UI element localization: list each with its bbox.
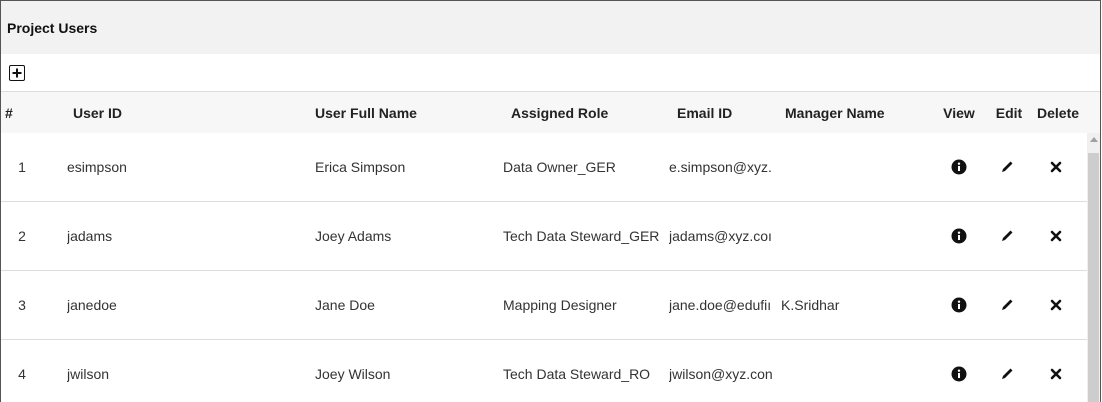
panel-title-bar: Project Users <box>1 1 1100 54</box>
view-button[interactable] <box>941 226 977 247</box>
delete-button[interactable] <box>1031 364 1081 384</box>
pencil-icon <box>1002 230 1013 241</box>
row-role: Tech Data Steward_GER <box>503 228 660 244</box>
row-full-name: Joey Adams <box>315 228 392 244</box>
close-x-icon <box>1050 299 1062 311</box>
header-email[interactable]: Email ID <box>677 105 787 121</box>
row-role: Data Owner_GER <box>503 159 616 175</box>
row-num: 2 <box>18 228 26 244</box>
plus-square-icon <box>12 68 22 77</box>
pencil-icon <box>1002 299 1013 310</box>
header-delete: Delete <box>1037 104 1080 121</box>
scrollbar-thumb[interactable] <box>1088 153 1099 402</box>
table-row[interactable]: 3 janedoe Jane Doe Mapping Designer jane… <box>1 271 1100 340</box>
info-circle-icon <box>951 297 967 312</box>
row-email: jane.doe@edufiı <box>669 297 772 313</box>
info-circle-icon <box>951 366 967 381</box>
vertical-scrollbar[interactable] <box>1087 133 1100 402</box>
row-email: jwilson@xyz.con <box>669 366 773 382</box>
edit-button[interactable] <box>989 295 1025 316</box>
toolbar <box>1 54 1100 92</box>
header-user-id[interactable]: User ID <box>73 105 273 121</box>
view-button[interactable] <box>941 364 977 385</box>
close-x-icon <box>1050 161 1062 173</box>
header-full-name[interactable]: User Full Name <box>315 105 495 121</box>
row-user-id: jwilson <box>67 366 110 382</box>
view-button[interactable] <box>941 157 977 178</box>
users-grid: # User ID User Full Name Assigned Role E… <box>1 92 1100 402</box>
header-num[interactable]: # <box>5 105 35 121</box>
row-manager: K.Sridhar <box>781 297 840 313</box>
header-edit: Edit <box>995 104 1023 121</box>
add-user-button[interactable] <box>9 64 25 81</box>
edit-button[interactable] <box>989 226 1025 247</box>
row-full-name: Joey Wilson <box>315 366 391 382</box>
row-num: 1 <box>18 159 26 175</box>
table-row[interactable]: 1 esimpson Erica Simpson Data Owner_GER … <box>1 133 1100 202</box>
row-full-name: Erica Simpson <box>315 159 406 175</box>
row-user-id: jadams <box>67 228 113 244</box>
pencil-icon <box>1002 368 1013 379</box>
delete-button[interactable] <box>1031 226 1081 246</box>
table-row[interactable]: 2 jadams Joey Adams Tech Data Steward_GE… <box>1 202 1100 271</box>
delete-button[interactable] <box>1031 157 1081 177</box>
table-body: 1 esimpson Erica Simpson Data Owner_GER … <box>1 133 1100 402</box>
row-num: 4 <box>18 366 26 382</box>
info-circle-icon <box>951 228 967 243</box>
info-circle-icon <box>951 159 967 174</box>
delete-button[interactable] <box>1031 295 1081 315</box>
header-manager[interactable]: Manager Name <box>785 105 925 121</box>
project-users-panel: Project Users # User ID User Full Name A… <box>0 0 1101 402</box>
row-role: Mapping Designer <box>503 297 617 313</box>
scroll-up-arrow-icon[interactable] <box>1090 137 1098 142</box>
row-email: jadams@xyz.coı <box>669 228 772 244</box>
row-full-name: Jane Doe <box>315 297 375 313</box>
view-button[interactable] <box>941 295 977 316</box>
edit-button[interactable] <box>989 157 1025 178</box>
table-header: # User ID User Full Name Assigned Role E… <box>1 92 1100 133</box>
row-role: Tech Data Steward_RO <box>503 366 651 382</box>
row-num: 3 <box>18 297 26 313</box>
header-view: View <box>943 104 975 121</box>
pencil-icon <box>1002 161 1013 172</box>
table-row[interactable]: 4 jwilson Joey Wilson Tech Data Steward_… <box>1 340 1100 402</box>
edit-button[interactable] <box>989 364 1025 385</box>
row-user-id: esimpson <box>67 159 127 175</box>
row-email: e.simpson@xyz. <box>669 159 772 175</box>
close-x-icon <box>1050 368 1062 380</box>
row-user-id: janedoe <box>67 297 117 313</box>
close-x-icon <box>1050 230 1062 242</box>
panel-title: Project Users <box>7 19 98 36</box>
header-role[interactable]: Assigned Role <box>511 105 671 121</box>
